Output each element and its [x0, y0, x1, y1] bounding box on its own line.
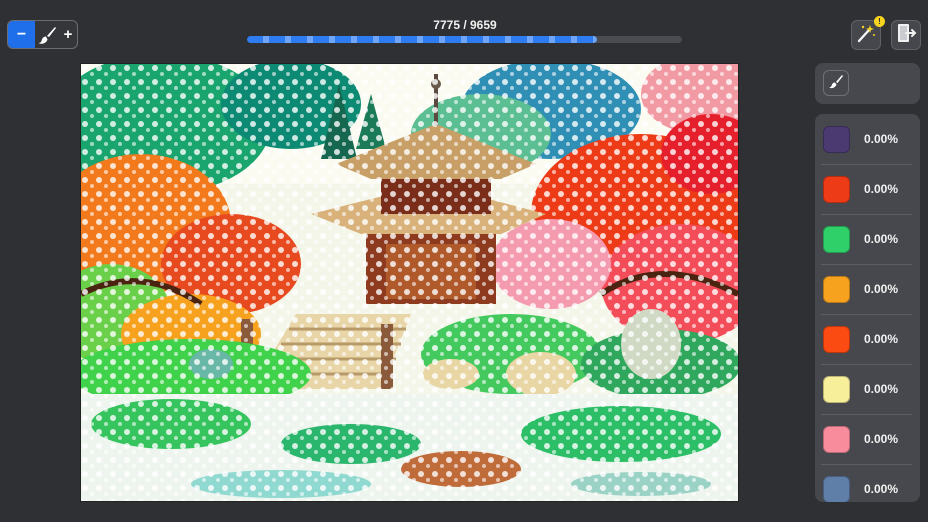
increase-brush-button[interactable]: +: [59, 21, 77, 48]
color-swatch: [823, 425, 850, 453]
palette-item[interactable]: 0.00%: [815, 364, 920, 414]
color-percent: 0.00%: [864, 282, 899, 296]
brush-icon: [35, 21, 59, 48]
artwork-image: [81, 64, 738, 501]
palette-item[interactable]: 0.00%: [815, 264, 920, 314]
color-percent: 0.00%: [864, 432, 899, 446]
color-swatch: [823, 175, 850, 203]
progress-counter: 7775 / 9659: [433, 18, 497, 32]
color-swatch: [823, 325, 850, 353]
palette-item[interactable]: 0.00%: [815, 464, 920, 502]
hint-button[interactable]: !: [851, 16, 885, 50]
color-percent: 0.00%: [864, 232, 899, 246]
eraser-icon: [828, 73, 844, 94]
color-swatch: [823, 275, 850, 303]
palette-item[interactable]: 0.00%: [815, 114, 920, 164]
brush-size-control: − +: [7, 20, 78, 49]
palette-item[interactable]: 0.00%: [815, 314, 920, 364]
color-swatch: [823, 225, 850, 253]
eraser-panel: [815, 63, 920, 104]
color-swatch: [823, 125, 850, 153]
palette-item[interactable]: 0.00%: [815, 214, 920, 264]
color-swatch: [823, 475, 850, 502]
palette-item[interactable]: 0.00%: [815, 414, 920, 464]
decrease-brush-button[interactable]: −: [8, 21, 35, 48]
color-percent: 0.00%: [864, 132, 899, 146]
progress-bar: [247, 36, 682, 43]
palette-item[interactable]: 0.00%: [815, 164, 920, 214]
paint-canvas[interactable]: [80, 63, 739, 502]
color-percent: 0.00%: [864, 332, 899, 346]
color-percent: 0.00%: [864, 382, 899, 396]
exit-door-icon: [895, 22, 917, 49]
color-palette: 0.00% 0.00% 0.00% 0.00% 0.00% 0.00% 0.00…: [815, 114, 920, 502]
hint-badge: !: [874, 16, 885, 27]
magic-wand-icon: [855, 22, 877, 49]
eraser-button[interactable]: [823, 70, 849, 96]
color-swatch: [823, 375, 850, 403]
color-percent: 0.00%: [864, 482, 899, 496]
progress-fill: [247, 36, 598, 43]
color-percent: 0.00%: [864, 182, 899, 196]
exit-button[interactable]: [891, 20, 921, 50]
